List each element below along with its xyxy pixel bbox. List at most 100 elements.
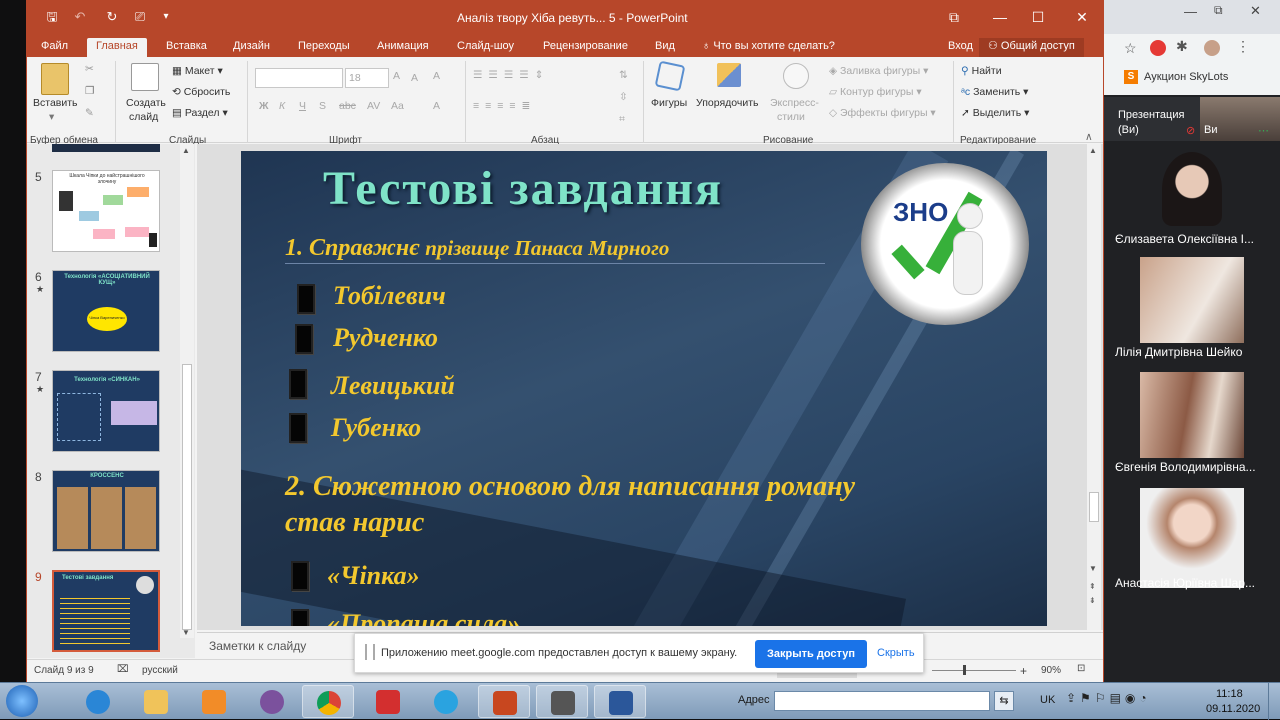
answer-checkbox[interactable]: [291, 609, 309, 626]
reset-button[interactable]: ⟲ Сбросить: [172, 86, 230, 98]
thumbnail-slide-5[interactable]: Шкала Чіпки до найстрашнішого злочину: [52, 170, 160, 252]
thumbnails-scrollbar[interactable]: ▲ ▼: [180, 144, 194, 638]
font-color-icon[interactable]: A: [433, 100, 440, 112]
arrange-icon[interactable]: [717, 63, 741, 87]
ribbon-display-icon[interactable]: ⧉: [943, 7, 965, 27]
show-desktop-button[interactable]: [1268, 683, 1280, 720]
scroll-thumb[interactable]: [182, 364, 192, 630]
star-icon[interactable]: ☆: [1124, 40, 1137, 57]
format-painter-icon[interactable]: ✎: [85, 107, 94, 119]
answer-checkbox[interactable]: [295, 324, 313, 354]
replace-button[interactable]: ᵃc Заменить ▾: [961, 86, 1028, 98]
paste-dropdown-icon[interactable]: ▾: [49, 111, 54, 123]
tab-slideshow[interactable]: Слайд-шоу: [448, 38, 523, 57]
tray-icons[interactable]: ⇪⚑⚐▤◉◔: [1066, 691, 1151, 705]
scroll-up-icon[interactable]: ▲: [1089, 146, 1097, 155]
zoom-level[interactable]: 90%: [1041, 665, 1061, 676]
taskbar-ie[interactable]: [72, 685, 124, 718]
go-icon[interactable]: ⇆: [994, 691, 1014, 711]
taskbar-downloader[interactable]: [362, 685, 414, 718]
maximize-icon[interactable]: ☐: [1027, 7, 1049, 27]
spellcheck-icon[interactable]: ⌧: [117, 664, 129, 675]
share-button[interactable]: ⚇ Общий доступ: [979, 38, 1084, 57]
zoom-slider-track[interactable]: [932, 670, 1016, 671]
shapes-icon[interactable]: [654, 60, 686, 92]
next-slide-icon[interactable]: ⇟: [1089, 596, 1096, 605]
strikethrough-button[interactable]: abc: [339, 100, 356, 112]
paste-icon[interactable]: [41, 63, 69, 95]
bold-button[interactable]: Ж: [259, 100, 269, 112]
minimize-icon[interactable]: —: [989, 7, 1011, 27]
answer-checkbox[interactable]: [289, 369, 307, 399]
bookmark-skylots[interactable]: Аукцион SkyLots: [1144, 71, 1228, 83]
tab-insert[interactable]: Вставка: [157, 38, 216, 57]
taskbar-word[interactable]: [594, 685, 646, 718]
participant-tile-4[interactable]: Анастасія Юріївна Шар...: [1104, 486, 1280, 598]
participant-tile-3[interactable]: Євгенія Володимирівна...: [1104, 370, 1280, 482]
editor-scrollbar[interactable]: ▲ ▼ ⇞ ⇟: [1087, 144, 1101, 630]
grow-font-button[interactable]: A: [393, 70, 400, 82]
shadow-button[interactable]: S: [319, 100, 326, 112]
select-button[interactable]: ➚ Выделить ▾: [961, 107, 1029, 119]
italic-button[interactable]: К: [279, 100, 285, 112]
restore-icon[interactable]: ⧉: [1214, 3, 1223, 18]
paste-button[interactable]: Вставить: [33, 97, 78, 109]
address-field[interactable]: [774, 691, 990, 711]
tab-design[interactable]: Дизайн: [224, 38, 279, 57]
redo-icon[interactable]: ↻: [103, 8, 121, 26]
smartart-icon[interactable]: ⌗: [619, 113, 625, 126]
answer-checkbox[interactable]: [289, 413, 307, 443]
align-text-icon[interactable]: ⇳: [619, 91, 628, 103]
tab-view[interactable]: Вид: [646, 38, 684, 57]
list-icons[interactable]: ☰☰☰☰⇕: [473, 69, 549, 81]
tab-file[interactable]: Файл: [32, 38, 77, 57]
answer-checkbox[interactable]: [291, 561, 309, 591]
participant-tile-1[interactable]: Єлизавета Олексіївна І...: [1104, 142, 1280, 252]
more-icon[interactable]: ⋯: [1258, 124, 1269, 137]
quick-styles-button[interactable]: Экспресс-: [770, 97, 819, 109]
taskbar-viber[interactable]: [246, 685, 298, 718]
change-case-icon[interactable]: Aa: [391, 100, 404, 112]
tell-me-box[interactable]: ♁ Что вы хотите сделать?: [693, 38, 844, 57]
hide-banner-link[interactable]: Скрыть: [877, 647, 915, 659]
drag-handle-icon[interactable]: [365, 644, 375, 660]
close-icon[interactable]: ✕: [1071, 7, 1093, 27]
thumbnail-4-partial[interactable]: [52, 144, 160, 152]
thumbnail-slide-8[interactable]: КРОССЕНС: [52, 470, 160, 552]
profile-avatar[interactable]: [1204, 40, 1220, 56]
font-size-field[interactable]: 18: [345, 68, 389, 88]
char-spacing-icon[interactable]: AV: [367, 100, 380, 112]
collapse-ribbon-icon[interactable]: ∧: [1085, 131, 1093, 143]
scroll-up-icon[interactable]: ▲: [182, 146, 190, 155]
taskbar-chrome[interactable]: [302, 685, 354, 718]
save-icon[interactable]: 🖫: [43, 8, 61, 26]
menu-icon[interactable]: ⋮: [1236, 38, 1250, 55]
customize-qat-icon[interactable]: ▾: [157, 8, 175, 26]
clock-date[interactable]: 09.11.2020: [1206, 703, 1260, 715]
zoom-in-button[interactable]: +: [1020, 664, 1027, 678]
answer-checkbox[interactable]: [297, 284, 315, 314]
stop-sharing-button[interactable]: Закрыть доступ: [755, 640, 867, 668]
section-button[interactable]: ▤ Раздел ▾: [172, 107, 228, 119]
shape-effects-button[interactable]: ◇ Эффекты фигуры ▾: [829, 107, 936, 119]
clear-format-button[interactable]: A: [433, 70, 440, 82]
shape-outline-button[interactable]: ▱ Контур фигуры ▾: [829, 86, 922, 98]
slide-canvas[interactable]: Тестові завдання ЗНО 1. Справжнє прізвищ…: [241, 151, 1047, 626]
quick-styles-icon[interactable]: [783, 63, 809, 89]
taskbar-powerpoint[interactable]: [478, 685, 530, 718]
taskbar-telegram[interactable]: [420, 685, 472, 718]
clock-time[interactable]: 11:18: [1216, 688, 1243, 700]
slideshow-start-icon[interactable]: ⎚: [131, 8, 149, 26]
font-name-field[interactable]: [255, 68, 343, 88]
tab-transitions[interactable]: Переходы: [289, 38, 359, 57]
text-direction-icon[interactable]: ⇅: [619, 69, 628, 81]
new-slide-button[interactable]: Создать: [126, 97, 166, 109]
tab-animations[interactable]: Анимация: [368, 38, 438, 57]
tab-home[interactable]: Главная: [87, 38, 147, 57]
puzzle-icon[interactable]: ✱: [1176, 38, 1188, 55]
scroll-thumb[interactable]: [1089, 492, 1099, 522]
zoom-slider-thumb[interactable]: [963, 665, 966, 675]
prev-slide-icon[interactable]: ⇞: [1089, 582, 1096, 591]
extension-icon[interactable]: [1150, 40, 1166, 56]
taskbar-video-app[interactable]: [536, 685, 588, 718]
